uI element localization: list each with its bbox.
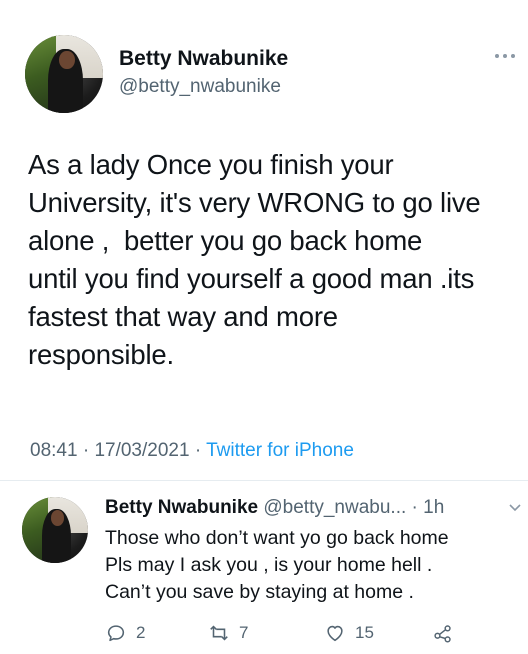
tweet-text-line: As a lady Once you finish your	[28, 149, 394, 180]
reply-header: Betty Nwabunike @betty_nwabu... · 1h	[105, 497, 445, 518]
reply-button[interactable]: 2	[105, 622, 145, 644]
reply-author-handle[interactable]: @betty_nwabu...	[263, 497, 406, 518]
more-horizontal-icon[interactable]	[494, 52, 516, 60]
reply-actions: 2 7 15	[105, 622, 505, 650]
like-icon	[327, 625, 343, 642]
author-handle[interactable]: @betty_nwabunike	[119, 76, 281, 98]
reply-author-name[interactable]: Betty Nwabunike	[105, 497, 258, 518]
reply-age: 1h	[423, 497, 445, 518]
tweet-text-line: University, it's very WRONG to go live	[28, 187, 481, 218]
like-count: 15	[355, 623, 374, 642]
tweet-time[interactable]: 08:41	[30, 440, 78, 461]
comment-icon	[107, 625, 125, 642]
share-button[interactable]	[432, 622, 463, 644]
retweet-icon	[210, 625, 228, 641]
tweet-text: As a lady Once you finish your Universit…	[28, 146, 523, 374]
tweet-text-line: until you find yourself a good man .its	[28, 263, 475, 294]
reply-text-line: Pls may I ask you , is your home hell .	[105, 554, 433, 576]
share-icon	[434, 625, 451, 643]
reply-text: Those who don’t want yo go back home Pls…	[105, 525, 525, 606]
author-name[interactable]: Betty Nwabunike	[119, 47, 288, 71]
main-tweet: Betty Nwabunike @betty_nwabunike As a la…	[0, 0, 528, 480]
retweet-count: 7	[239, 623, 249, 642]
tweet-text-line: responsible.	[28, 339, 174, 370]
reply-text-line: Can’t you save by staying at home .	[105, 581, 414, 603]
author-avatar[interactable]	[25, 35, 103, 113]
tweet-text-line: alone , better you go back home	[28, 225, 423, 256]
tweet-text-line: fastest that way and more	[28, 301, 338, 332]
retweet-button[interactable]: 7	[208, 622, 248, 644]
chevron-down-icon[interactable]	[508, 503, 522, 513]
reply-text-line: Those who don’t want yo go back home	[105, 527, 449, 549]
reply-avatar[interactable]	[22, 497, 88, 563]
tweet-source-link[interactable]: Twitter for iPhone	[206, 440, 354, 461]
tweet-meta: 08:41 · 17/03/2021 · Twitter for iPhone	[30, 440, 354, 461]
divider	[0, 480, 528, 481]
tweet-date[interactable]: 17/03/2021	[94, 440, 189, 461]
reply-count: 2	[136, 623, 146, 642]
like-button[interactable]: 15	[324, 622, 374, 644]
